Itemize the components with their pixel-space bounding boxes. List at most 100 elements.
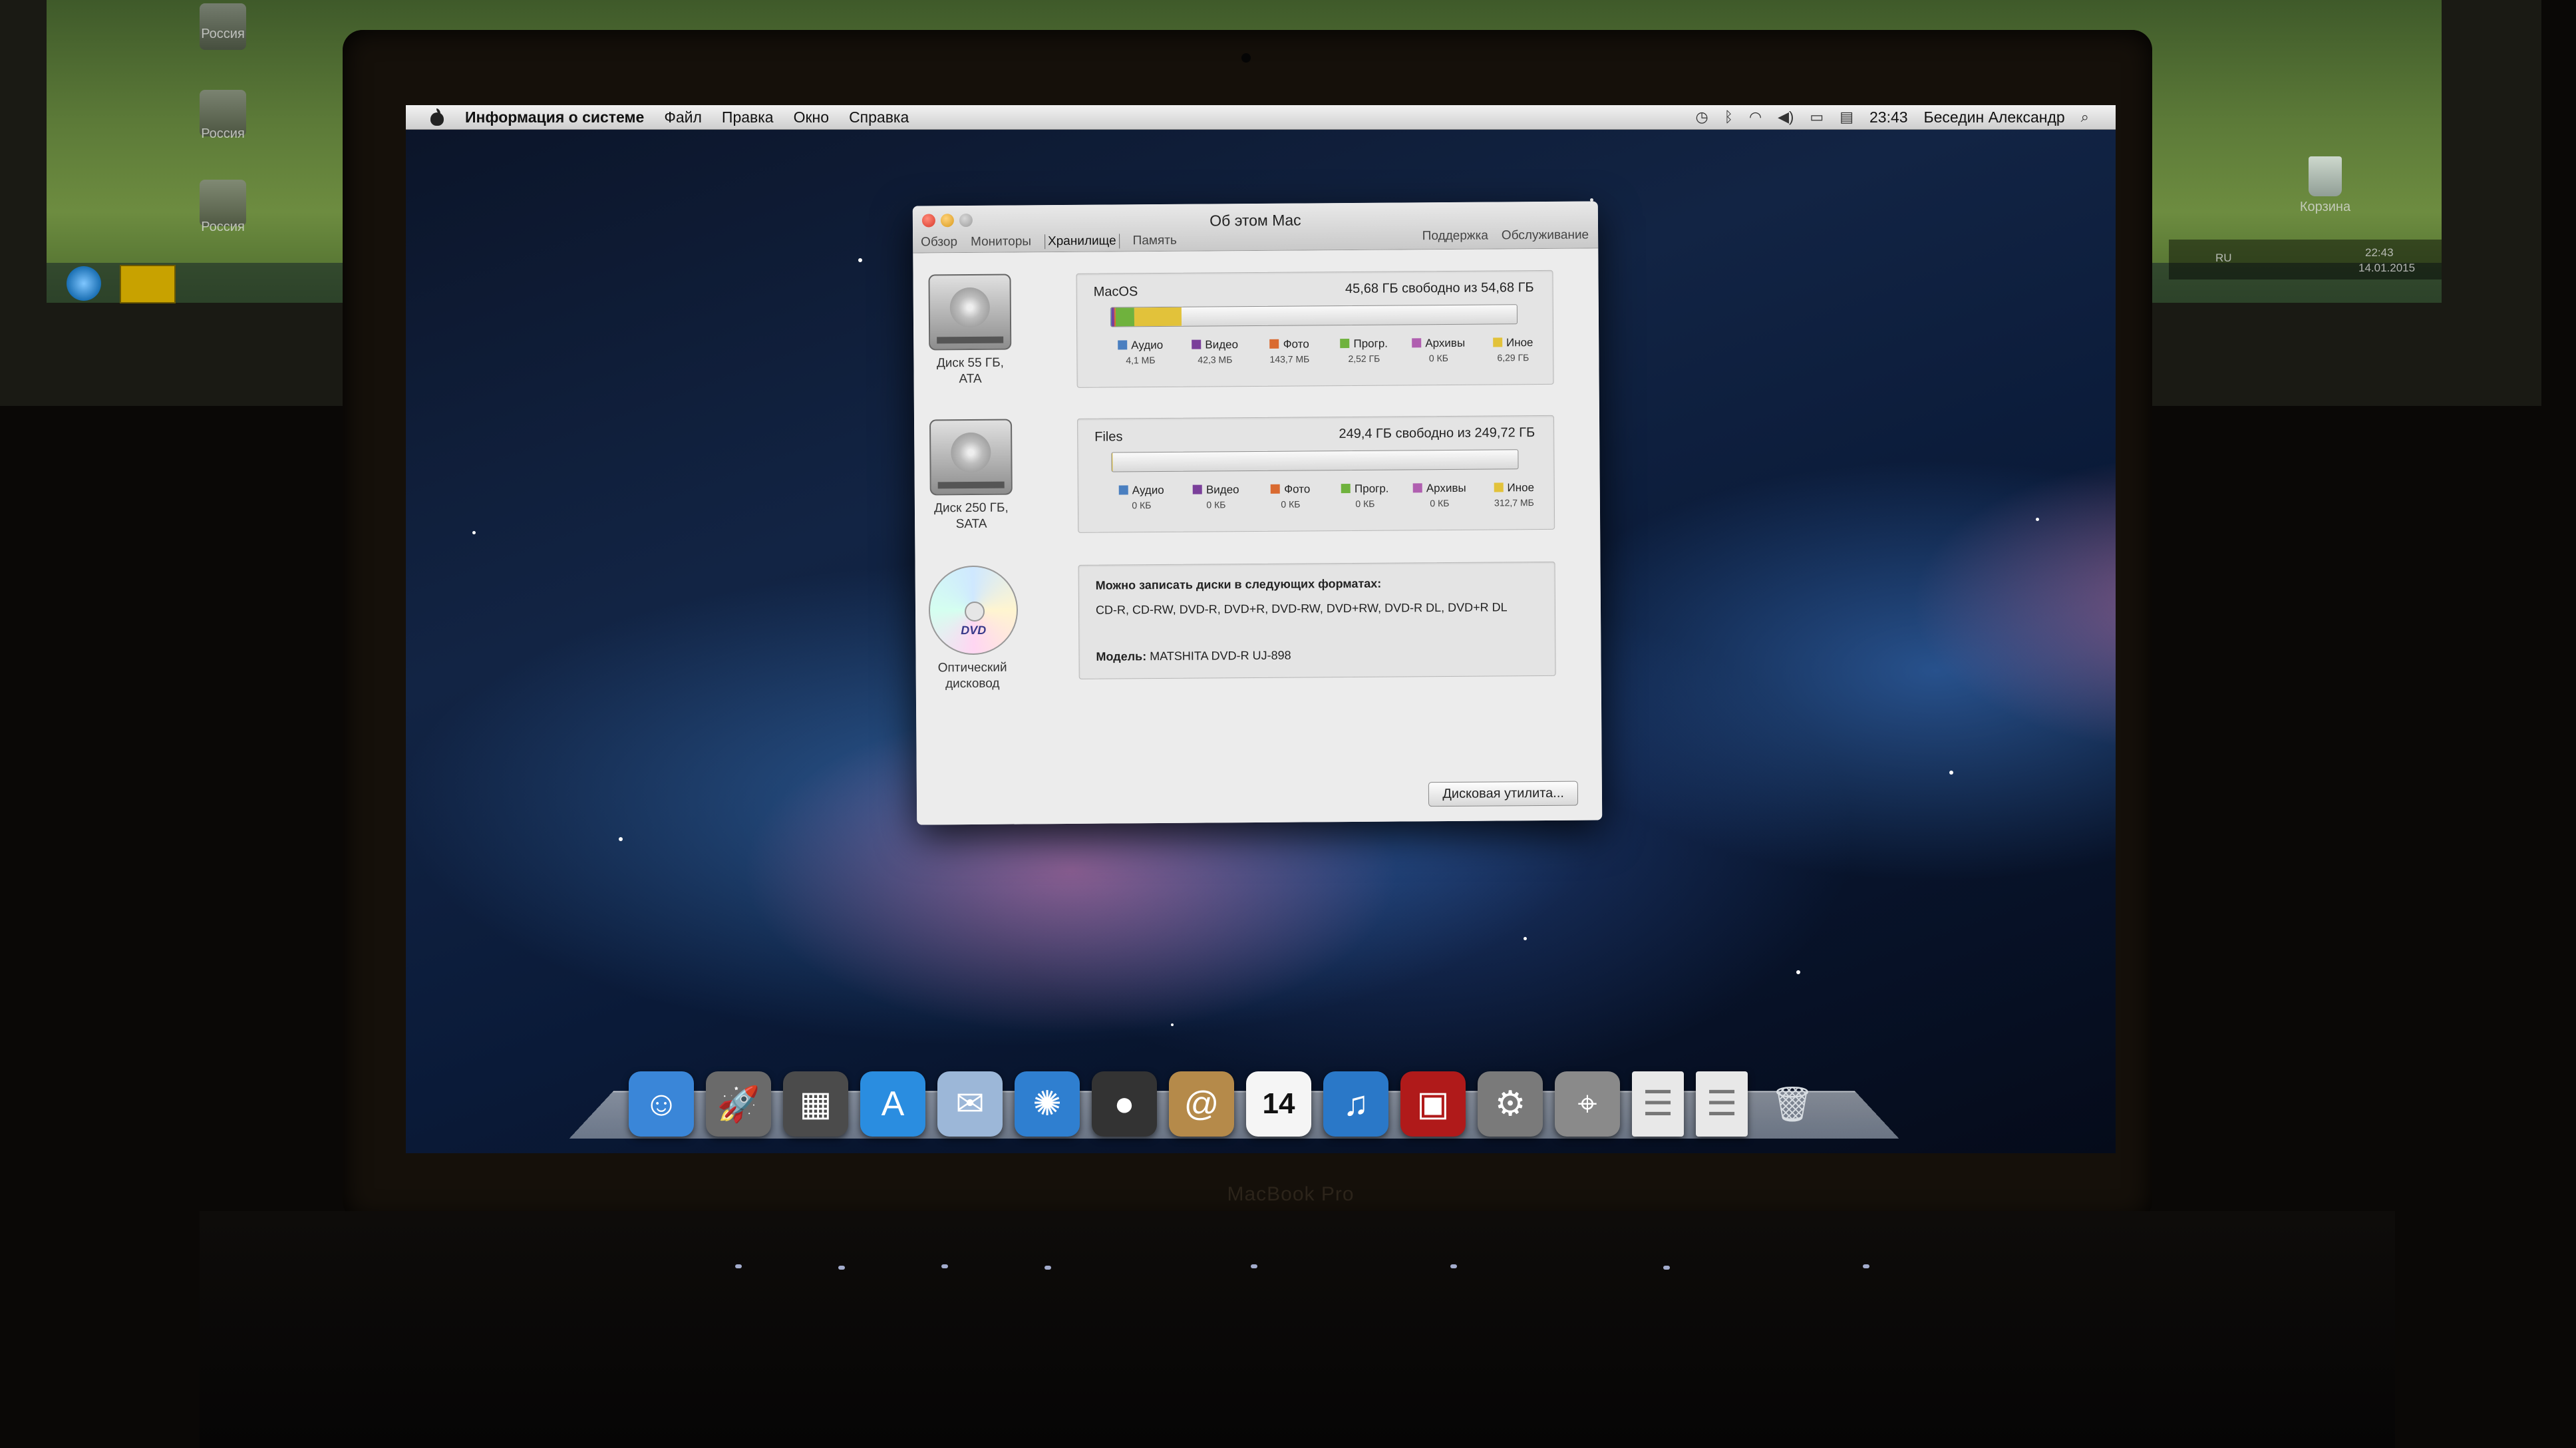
dock-mail-icon[interactable]: ✉ (937, 1071, 1003, 1137)
dock-app-store-icon[interactable]: A (860, 1071, 925, 1137)
legend-swatch-icon (1270, 339, 1279, 349)
star (619, 837, 623, 841)
usage-segment-apps (1116, 307, 1134, 326)
legend-item: Фото 0 КБ (1257, 482, 1324, 510)
wifi-icon[interactable]: ◠ (1749, 108, 1762, 126)
tab-displays[interactable]: Мониторы (971, 234, 1031, 250)
legend-swatch-icon (1118, 340, 1127, 349)
background-desktop-label: Россия (183, 27, 263, 42)
legend-label: Видео (1182, 338, 1248, 352)
usage-legend: Аудио 4,1 МБ Видео 42,3 МБ Фото 143,7 МБ Прогр… (1107, 336, 1546, 366)
legend-label: Фото (1256, 337, 1323, 351)
menu-edit[interactable]: Правка (722, 108, 774, 126)
hard-disk-icon (929, 419, 1013, 496)
keyboard-light (1450, 1264, 1457, 1268)
legend-value: 0 КБ (1257, 498, 1324, 510)
menu-help[interactable]: Справка (849, 108, 909, 126)
menu-window[interactable]: Окно (794, 108, 829, 126)
dock-document-icon[interactable]: ☰ (1632, 1071, 1684, 1137)
volume-name: MacOS (1094, 284, 1138, 299)
dock-system-preferences-icon[interactable]: ⚙ (1478, 1071, 1543, 1137)
dock-facetime-icon[interactable]: ● (1092, 1071, 1157, 1137)
dock-document-2-icon[interactable]: ☰ (1696, 1071, 1748, 1137)
drive-caption: Диск 250 ГБ, SATA (928, 500, 1015, 532)
drive-caption-line: дисковод (929, 675, 1016, 692)
tray-date: 14.01.2015 (2358, 262, 2415, 275)
legend-item: Аудио 0 КБ (1108, 484, 1175, 511)
legend-value: 0 КБ (1108, 500, 1175, 511)
tab-memory[interactable]: Память (1133, 234, 1177, 248)
drive-row: Диск 55 ГБ, ATA MacOS 45,68 ГБ свободно … (913, 270, 1598, 274)
tab-storage[interactable]: Хранилище (1045, 234, 1120, 249)
star (472, 531, 476, 534)
legend-label-text: Архивы (1426, 482, 1466, 494)
legend-item: Аудио 4,1 МБ (1107, 339, 1174, 366)
legend-item: Архивы 0 КБ (1405, 337, 1472, 364)
spotlight-search-icon[interactable]: ⌕ (2081, 108, 2089, 126)
dock-itunes-icon[interactable]: ♫ (1323, 1071, 1388, 1137)
apple-menu-icon[interactable] (429, 108, 445, 126)
menubar-user[interactable]: Беседин Александр (1924, 108, 2065, 126)
legend-value: 4,1 МБ (1107, 355, 1174, 366)
drive-icon-wrap: DVD Оптический дисковод (929, 566, 1016, 692)
keyboard-light (735, 1264, 742, 1268)
menubar-status-area: ◷ ᛒ ◠ ◀) ▭ ▤ 23:43 Беседин Александр ⌕ (1696, 108, 2089, 126)
dock-safari-icon[interactable]: ✺ (1015, 1071, 1080, 1137)
link-service[interactable]: Обслуживание (1502, 228, 1589, 244)
tab-overview[interactable]: Обзор (921, 235, 957, 250)
disk-utility-button[interactable]: Дисковая утилита... (1428, 781, 1578, 807)
legend-item: Видео 42,3 МБ (1182, 338, 1248, 365)
keyboard-light (838, 1266, 845, 1270)
menu-app-name[interactable]: Информация о системе (465, 108, 644, 126)
legend-item: Иное 6,29 ГБ (1480, 336, 1546, 363)
battery-icon[interactable]: ▭ (1810, 108, 1824, 126)
input-flag-icon[interactable]: ▤ (1840, 108, 1853, 126)
legend-item: Прогр. 0 КБ (1332, 482, 1398, 510)
optical-panel: Можно записать диски в следующих формата… (1078, 562, 1556, 679)
legend-label-text: Аудио (1131, 339, 1163, 351)
legend-label-text: Архивы (1425, 337, 1465, 349)
dock-mission-control-icon[interactable]: ▦ (783, 1071, 848, 1137)
legend-label-text: Прогр. (1353, 337, 1388, 350)
legend-swatch-icon (1493, 337, 1502, 347)
dock-launchpad-icon[interactable]: 🚀 (706, 1071, 771, 1137)
time-machine-icon[interactable]: ◷ (1696, 108, 1708, 126)
dock-trash-icon[interactable]: 🗑 (1760, 1071, 1825, 1137)
window-titlebar[interactable]: Об этом Mac Обзор Мониторы Хранилище Пам… (913, 201, 1598, 253)
optical-drive-row: DVD Оптический дисковод Можно записать д… (915, 561, 1601, 566)
volume-icon[interactable]: ◀) (1778, 108, 1794, 126)
star (1524, 937, 1527, 940)
usage-segment-other (1134, 307, 1181, 326)
dock-preview-icon[interactable]: ⌖ (1555, 1071, 1620, 1137)
hard-disk-icon (928, 274, 1011, 351)
camera-icon (1241, 53, 1251, 63)
dock-photo-booth-icon[interactable]: ▣ (1400, 1071, 1466, 1137)
menubar-clock[interactable]: 23:43 (1869, 108, 1908, 126)
star (858, 258, 862, 262)
link-support[interactable]: Поддержка (1422, 229, 1488, 244)
legend-label-text: Аудио (1132, 484, 1164, 496)
legend-swatch-icon (1340, 339, 1349, 348)
legend-label-text: Фото (1283, 337, 1309, 350)
volume-free-space: 249,4 ГБ свободно из 249,72 ГБ (1339, 425, 1535, 442)
storage-content: Диск 55 ГБ, ATA MacOS 45,68 ГБ свободно … (913, 248, 1602, 824)
legend-value: 0 КБ (1332, 498, 1398, 510)
taskbar-app-icon (120, 265, 176, 303)
dvd-disc-icon: DVD (929, 566, 1019, 655)
drive-row: Диск 250 ГБ, SATA Files 249,4 ГБ свободн… (914, 415, 1599, 419)
star (1171, 1023, 1174, 1026)
recycle-bin-icon (2309, 156, 2342, 196)
optical-formats: CD-R, CD-RW, DVD-R, DVD+R, DVD-RW, DVD+R… (1096, 599, 1508, 618)
menu-file[interactable]: Файл (664, 108, 702, 126)
drive-caption: Диск 55 ГБ, ATA (927, 355, 1013, 387)
optical-model: Модель: MATSHITA DVD-R UJ-898 (1096, 645, 1541, 665)
legend-label: Видео (1183, 483, 1249, 497)
dock-finder-icon[interactable]: ☺ (629, 1071, 694, 1137)
dock-address-book-icon[interactable]: @ (1169, 1071, 1234, 1137)
bluetooth-icon[interactable]: ᛒ (1724, 108, 1733, 126)
legend-value: 6,29 ГБ (1480, 352, 1546, 363)
optical-model-value: MATSHITA DVD-R UJ-898 (1150, 649, 1291, 663)
dock-ical-icon[interactable]: 14 (1246, 1071, 1311, 1137)
legend-item: Фото 143,7 МБ (1256, 337, 1323, 365)
volume-panel: MacOS 45,68 ГБ свободно из 54,68 ГБ Ауди… (1076, 270, 1553, 388)
